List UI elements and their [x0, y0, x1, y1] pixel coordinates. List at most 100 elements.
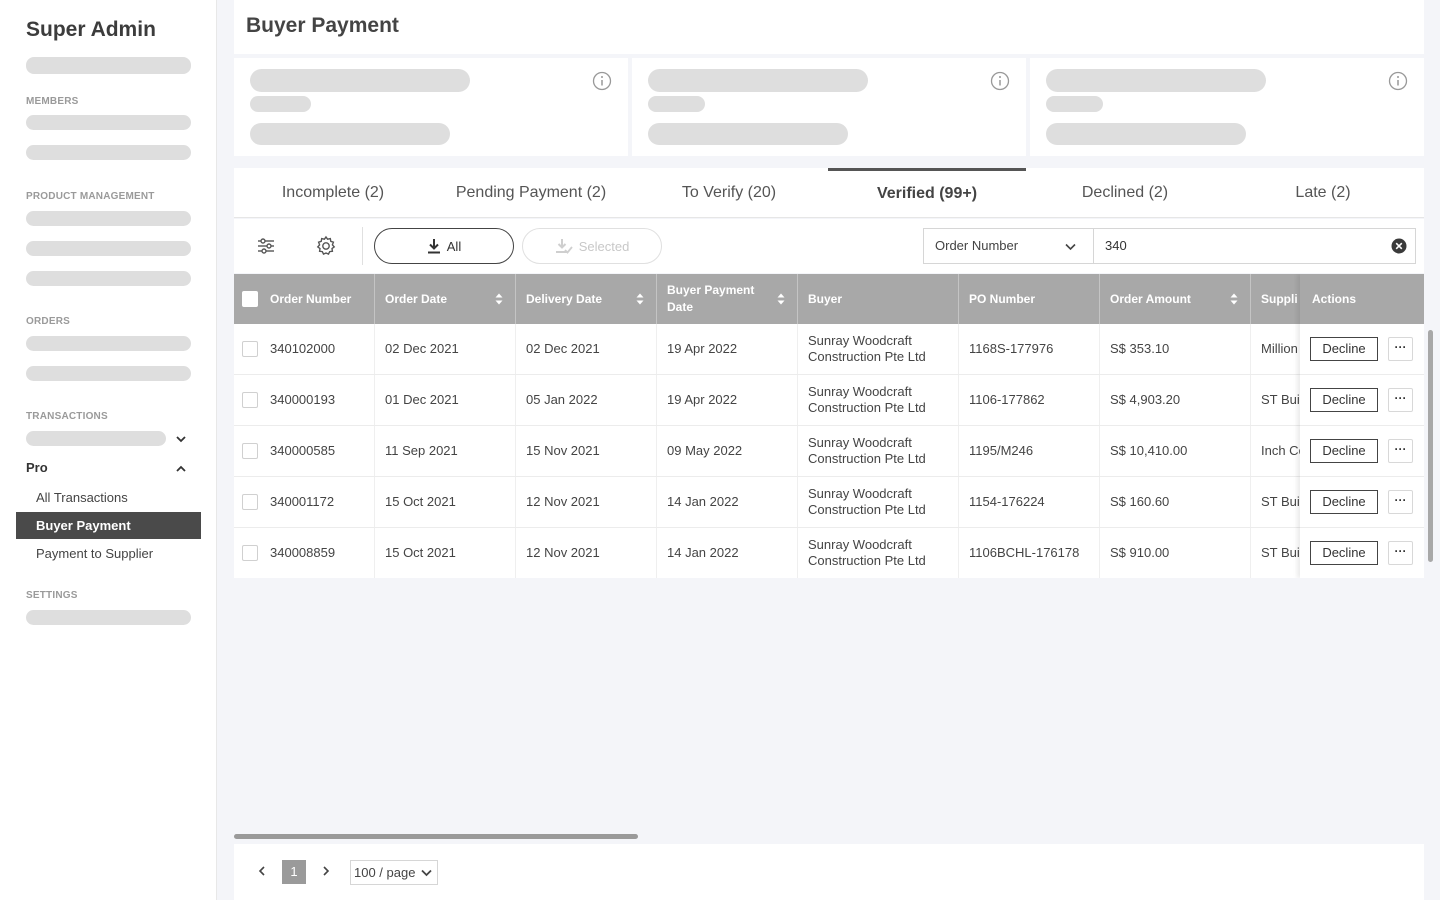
payments-table: Order Number Order Date Delivery Date Bu…: [234, 274, 1424, 578]
chevron-up-icon[interactable]: [174, 462, 188, 476]
column-label: PO Number: [969, 291, 1036, 306]
clear-icon[interactable]: [1391, 238, 1407, 254]
column-label: Buyer: [808, 291, 843, 306]
page-number-current[interactable]: 1: [282, 860, 306, 884]
decline-button[interactable]: Decline: [1310, 388, 1378, 412]
next-page-icon[interactable]: [319, 864, 333, 878]
cell-buyer: Sunray Woodcraft Construction Pte Ltd: [798, 426, 959, 476]
pagination: 1 100 / page: [234, 844, 1424, 900]
actions-column: Actions Decline ··· Decline ··· Decline …: [1300, 274, 1424, 578]
actions-cell: Decline ···: [1300, 426, 1424, 477]
info-icon[interactable]: [592, 71, 612, 91]
table-row[interactable]: 340008859 15 Oct 2021 12 Nov 2021 14 Jan…: [234, 528, 1424, 578]
decline-button[interactable]: Decline: [1310, 439, 1378, 463]
toolbar-divider: [362, 227, 363, 265]
tab-declined[interactable]: Declined (2): [1026, 168, 1224, 218]
nav-group-pro[interactable]: Pro: [26, 460, 48, 475]
gear-icon[interactable]: [315, 235, 337, 257]
sort-icon[interactable]: [1230, 293, 1238, 305]
column-header-delivery-date[interactable]: Delivery Date: [516, 274, 657, 324]
decline-button[interactable]: Decline: [1310, 337, 1378, 361]
skeleton-placeholder: [250, 69, 470, 92]
more-options-button[interactable]: ···: [1388, 541, 1413, 565]
table-row[interactable]: 340001172 15 Oct 2021 12 Nov 2021 14 Jan…: [234, 477, 1424, 528]
sidebar-item-buyer-payment[interactable]: Buyer Payment: [16, 512, 201, 539]
info-icon[interactable]: [1388, 71, 1408, 91]
cell-order-amount: S$ 4,903.20: [1100, 375, 1251, 425]
page-title: Buyer Payment: [246, 14, 399, 37]
cell-payment-date: 09 May 2022: [657, 426, 798, 476]
info-icon[interactable]: [990, 71, 1010, 91]
download-selected-label: Selected: [578, 238, 630, 254]
row-checkbox[interactable]: [242, 392, 258, 408]
table-header-row: Order Number Order Date Delivery Date Bu…: [234, 274, 1424, 324]
column-label: Buyer Payment Date: [667, 283, 755, 314]
column-header-po-number[interactable]: PO Number: [959, 274, 1100, 324]
more-options-button[interactable]: ···: [1388, 439, 1413, 463]
chevron-down-icon[interactable]: [174, 432, 188, 446]
cell-delivery-date: 15 Nov 2021: [516, 426, 657, 476]
cell-order-number: 340008859: [234, 528, 375, 578]
cell-delivery-date: 02 Dec 2021: [516, 324, 657, 374]
page-size-select[interactable]: 100 / page: [350, 860, 438, 885]
table-row[interactable]: 340000585 11 Sep 2021 15 Nov 2021 09 May…: [234, 426, 1424, 477]
more-options-button[interactable]: ···: [1388, 337, 1413, 361]
skeleton-placeholder: [26, 336, 191, 351]
tab-pending-payment[interactable]: Pending Payment (2): [432, 168, 630, 218]
sidebar-item-payment-to-supplier[interactable]: Payment to Supplier: [16, 540, 201, 567]
section-title-settings: SETTINGS: [26, 590, 78, 601]
table-row[interactable]: 340000193 01 Dec 2021 05 Jan 2022 19 Apr…: [234, 375, 1424, 426]
column-header-order-amount[interactable]: Order Amount: [1100, 274, 1251, 324]
sidebar-item-all-transactions[interactable]: All Transactions: [16, 484, 201, 511]
download-selected-button[interactable]: Selected: [522, 228, 662, 264]
more-options-button[interactable]: ···: [1388, 490, 1413, 514]
column-header-order-number[interactable]: Order Number: [234, 274, 375, 324]
column-header-order-date[interactable]: Order Date: [375, 274, 516, 324]
cell-order-date: 01 Dec 2021: [375, 375, 516, 425]
row-checkbox[interactable]: [242, 494, 258, 510]
sort-icon[interactable]: [495, 293, 503, 305]
previous-page-icon[interactable]: [255, 864, 269, 878]
tab-to-verify[interactable]: To Verify (20): [630, 168, 828, 218]
page-header: Buyer Payment: [234, 0, 1424, 54]
table-row[interactable]: 340102000 02 Dec 2021 02 Dec 2021 19 Apr…: [234, 324, 1424, 375]
summary-card: [1030, 58, 1424, 156]
skeleton-placeholder: [26, 115, 191, 130]
cell-buyer: Sunray Woodcraft Construction Pte Ltd: [798, 477, 959, 527]
sort-icon[interactable]: [777, 293, 785, 305]
search-field-value: Order Number: [935, 238, 1019, 253]
column-header-buyer-payment-date[interactable]: Buyer Payment Date: [657, 274, 798, 324]
page-size-value: 100 / page: [354, 865, 416, 880]
tab-incomplete[interactable]: Incomplete (2): [234, 168, 432, 218]
column-header-buyer[interactable]: Buyer: [798, 274, 959, 324]
cell-buyer: Sunray Woodcraft Construction Pte Ltd: [798, 324, 959, 374]
cell-order-number: 340000193: [234, 375, 375, 425]
chevron-down-icon: [421, 869, 432, 877]
skeleton-placeholder: [26, 57, 191, 74]
search-input[interactable]: 340: [1093, 228, 1416, 264]
horizontal-scrollbar[interactable]: [234, 834, 638, 839]
skeleton-placeholder: [250, 123, 450, 145]
tab-late[interactable]: Late (2): [1224, 168, 1422, 218]
actions-cell: Decline ···: [1300, 528, 1424, 578]
search-field-select[interactable]: Order Number: [923, 228, 1094, 264]
row-checkbox[interactable]: [242, 545, 258, 561]
skeleton-placeholder: [26, 271, 191, 286]
download-all-button[interactable]: All: [374, 228, 514, 264]
cell-payment-date: 19 Apr 2022: [657, 324, 798, 374]
row-checkbox[interactable]: [242, 341, 258, 357]
vertical-scrollbar[interactable]: [1428, 330, 1433, 562]
sort-icon[interactable]: [636, 293, 644, 305]
skeleton-placeholder: [26, 366, 191, 381]
decline-button[interactable]: Decline: [1310, 541, 1378, 565]
tab-verified[interactable]: Verified (99+): [828, 168, 1026, 218]
cell-payment-date: 14 Jan 2022: [657, 477, 798, 527]
table-toolbar: All Selected Order Number 340: [234, 219, 1424, 273]
actions-cell: Decline ···: [1300, 324, 1424, 375]
row-checkbox[interactable]: [242, 443, 258, 459]
select-all-checkbox[interactable]: [242, 291, 258, 307]
column-label: Order Date: [385, 291, 448, 306]
decline-button[interactable]: Decline: [1310, 490, 1378, 514]
filter-sliders-icon[interactable]: [255, 235, 277, 257]
more-options-button[interactable]: ···: [1388, 388, 1413, 412]
